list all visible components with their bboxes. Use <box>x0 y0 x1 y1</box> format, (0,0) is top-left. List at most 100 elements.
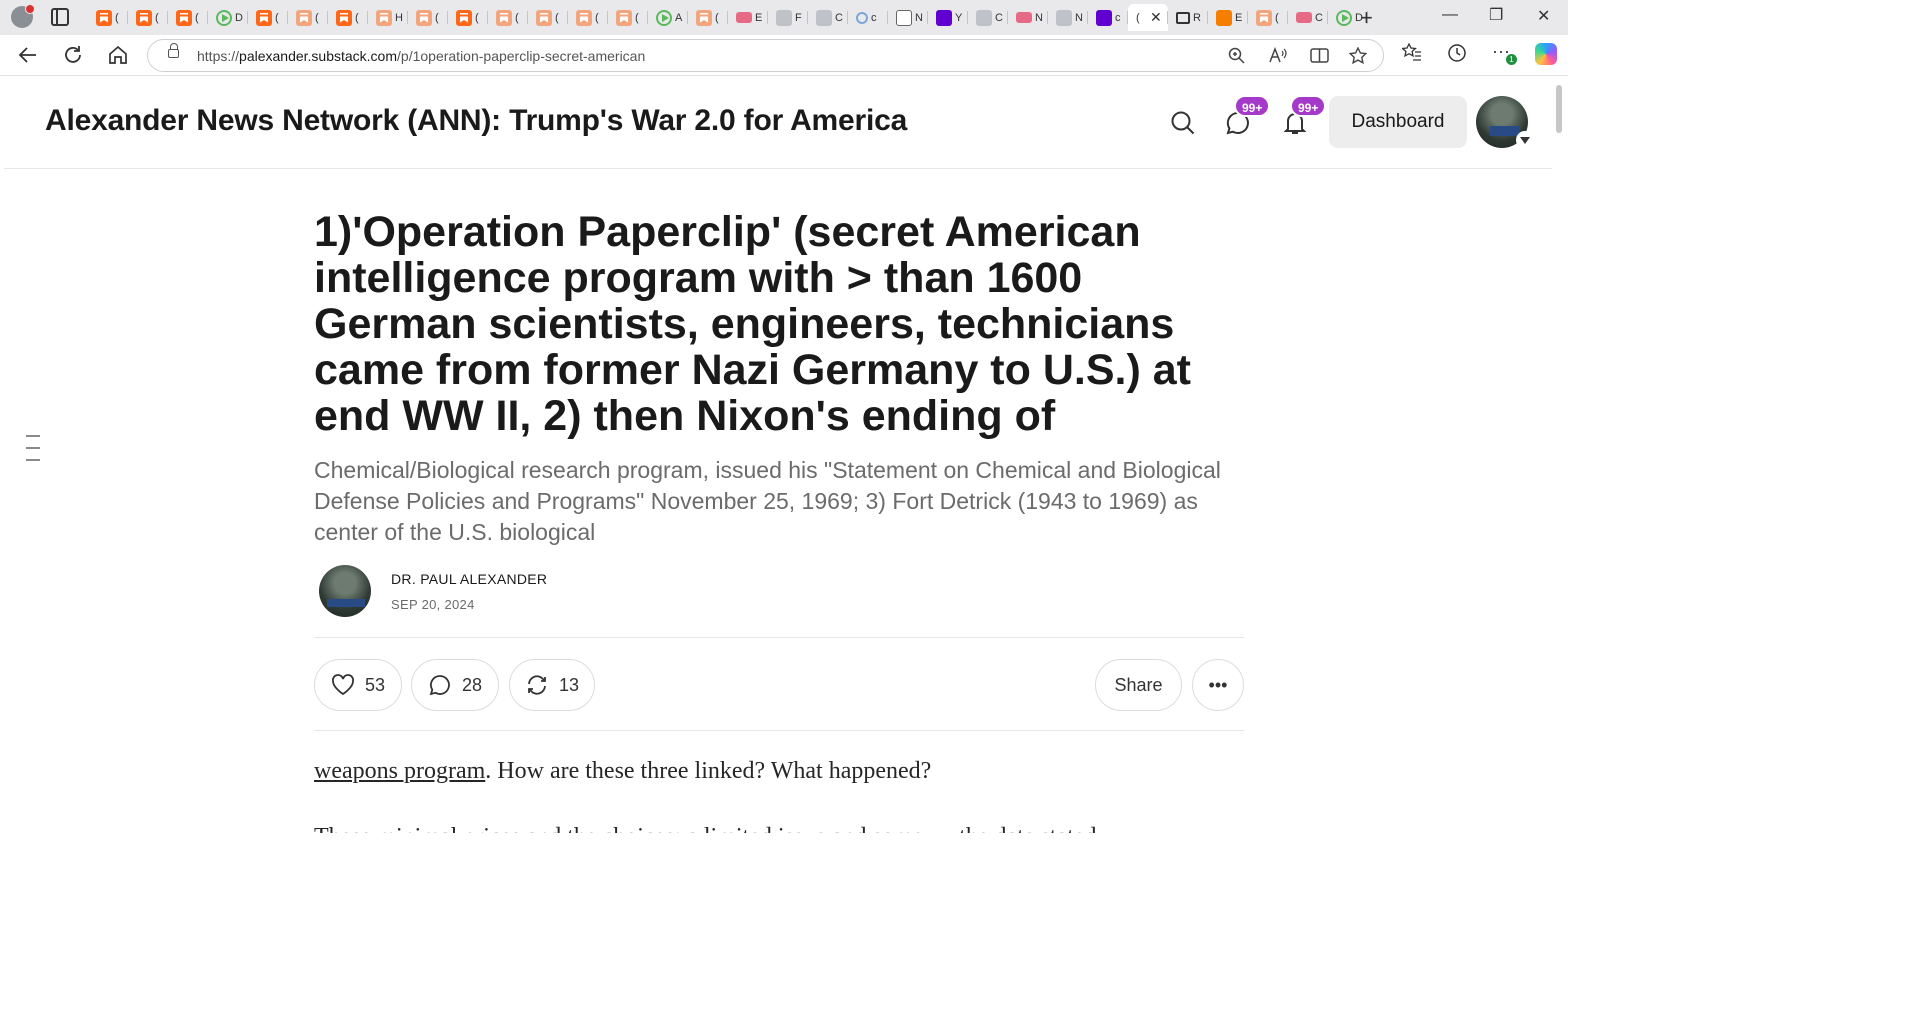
body-link[interactable]: weapons program <box>314 758 485 784</box>
tab-title: c <box>871 11 877 24</box>
tab-title: ( <box>435 11 439 24</box>
tab-list: (((D(((H((((((A(E F Cc N Y C N Nc(✕ R E(C D <box>88 4 1368 31</box>
immersive-reader-icon[interactable] <box>1310 47 1329 69</box>
tab-title: ( <box>1136 11 1140 24</box>
browser-profile-icon[interactable] <box>11 4 35 28</box>
tab-title: C <box>1315 11 1323 24</box>
url-text[interactable]: https://palexander.substack.com/p/1opera… <box>197 48 645 64</box>
browser-tab[interactable]: ( <box>1248 4 1288 31</box>
messages-badge: 99+ <box>1234 95 1271 117</box>
youtube-icon <box>1296 12 1312 23</box>
comment-count: 28 <box>461 674 483 695</box>
copilot-icon[interactable] <box>1535 43 1557 65</box>
document-icon <box>896 9 912 26</box>
history-icon[interactable] <box>1447 43 1467 68</box>
tab-title: ( <box>515 11 519 24</box>
browser-tab[interactable]: D <box>208 4 248 31</box>
browser-tab[interactable]: ( <box>328 4 368 31</box>
comment-icon <box>429 675 450 696</box>
tab-title: R <box>1193 11 1201 24</box>
blogger-icon <box>1216 9 1232 26</box>
like-count: 53 <box>364 674 386 695</box>
read-aloud-icon[interactable] <box>1269 46 1287 69</box>
restack-button[interactable]: 13 <box>509 659 595 711</box>
yahoo-icon <box>936 9 952 26</box>
comment-button[interactable]: 28 <box>411 659 499 711</box>
tab-title: ( <box>1275 11 1279 24</box>
browser-tab[interactable]: ( <box>568 4 608 31</box>
browser-tab[interactable]: ( <box>408 4 448 31</box>
favorites-icon[interactable] <box>1401 42 1422 66</box>
substack-icon <box>96 9 112 26</box>
tab-title: ( <box>715 11 719 24</box>
restore-icon[interactable]: ❐ <box>1489 5 1503 25</box>
close-window-icon[interactable]: ✕ <box>1537 6 1550 26</box>
substack-faded-icon <box>416 9 432 26</box>
more-options-button[interactable]: ••• <box>1192 659 1244 711</box>
scrollbar-thumb[interactable] <box>1556 85 1562 133</box>
browser-tab[interactable]: ( <box>608 4 648 31</box>
browser-tab[interactable]: ( <box>288 4 328 31</box>
browser-tab[interactable]: ( <box>88 4 128 31</box>
tab-title: ( <box>115 11 119 24</box>
browser-tab[interactable]: H <box>368 4 408 31</box>
browser-tab[interactable]: ( <box>248 4 288 31</box>
share-button[interactable]: Share <box>1095 659 1182 711</box>
search-icon[interactable] <box>1170 110 1196 136</box>
back-icon[interactable] <box>17 44 39 71</box>
zoom-icon[interactable] <box>1228 47 1245 69</box>
favorite-star-icon[interactable] <box>1348 46 1368 69</box>
restack-icon <box>528 675 546 695</box>
tab-actions-icon[interactable] <box>51 8 69 26</box>
like-button[interactable]: 53 <box>314 659 402 711</box>
table-of-contents-icon[interactable] <box>26 435 40 471</box>
browser-tab[interactable]: N <box>888 4 928 31</box>
refresh-icon[interactable] <box>62 44 84 71</box>
substack-faded-icon <box>296 9 312 26</box>
post-date: SEP 20, 2024 <box>391 597 475 612</box>
new-tab-icon[interactable]: + <box>1360 5 1373 31</box>
browser-tab[interactable]: ( <box>168 4 208 31</box>
browser-tab[interactable]: C <box>1288 4 1328 31</box>
post-title: 1)'Operation Paperclip' (secret American… <box>314 208 1191 440</box>
author-name[interactable]: DR. PAUL ALEXANDER <box>391 571 547 587</box>
address-bar[interactable]: https://palexander.substack.com/p/1opera… <box>147 39 1384 72</box>
publication-title[interactable]: Alexander News Network (ANN): Trump's Wa… <box>45 104 907 138</box>
chevron-down-icon[interactable] <box>1516 131 1534 149</box>
browser-tab[interactable]: C <box>808 4 848 31</box>
browser-tab[interactable]: c <box>848 4 888 31</box>
browser-tab[interactable]: ( <box>528 4 568 31</box>
browser-tab[interactable]: c <box>1088 4 1128 31</box>
tab-title: H <box>395 11 403 24</box>
substack-icon <box>456 9 472 26</box>
close-tab-icon[interactable]: ✕ <box>1150 9 1162 26</box>
browser-tab[interactable]: ( <box>448 4 488 31</box>
browser-tab[interactable]: F <box>768 4 808 31</box>
browser-tab[interactable]: E <box>728 4 768 31</box>
browser-tab[interactable]: N <box>1008 4 1048 31</box>
browser-tab[interactable]: ( <box>688 4 728 31</box>
substack-faded-icon <box>1256 9 1272 26</box>
browser-tab[interactable]: R <box>1168 4 1208 31</box>
browser-tab[interactable]: Y <box>928 4 968 31</box>
tab-title: ( <box>595 11 599 24</box>
author-avatar[interactable] <box>319 565 371 617</box>
browser-tab[interactable]: C <box>968 4 1008 31</box>
browser-tab[interactable]: E <box>1208 4 1248 31</box>
lock-icon[interactable] <box>168 43 179 58</box>
browser-tab[interactable]: ( <box>128 4 168 31</box>
browser-tab[interactable]: N <box>1048 4 1088 31</box>
scrollbar[interactable] <box>1552 77 1568 833</box>
home-icon[interactable] <box>107 44 129 71</box>
dashboard-button[interactable]: Dashboard <box>1329 96 1467 148</box>
tab-title: A <box>675 11 683 24</box>
tab-title: c <box>1115 11 1121 24</box>
youtube-icon <box>736 12 752 23</box>
tab-title: Y <box>955 11 963 24</box>
tab-title: E <box>755 11 763 24</box>
browser-tab[interactable]: ( <box>488 4 528 31</box>
bird-icon <box>976 9 992 26</box>
browser-tab[interactable]: A <box>648 4 688 31</box>
minimize-icon[interactable]: — <box>1442 6 1458 24</box>
browser-tab-active[interactable]: (✕ <box>1128 4 1168 31</box>
